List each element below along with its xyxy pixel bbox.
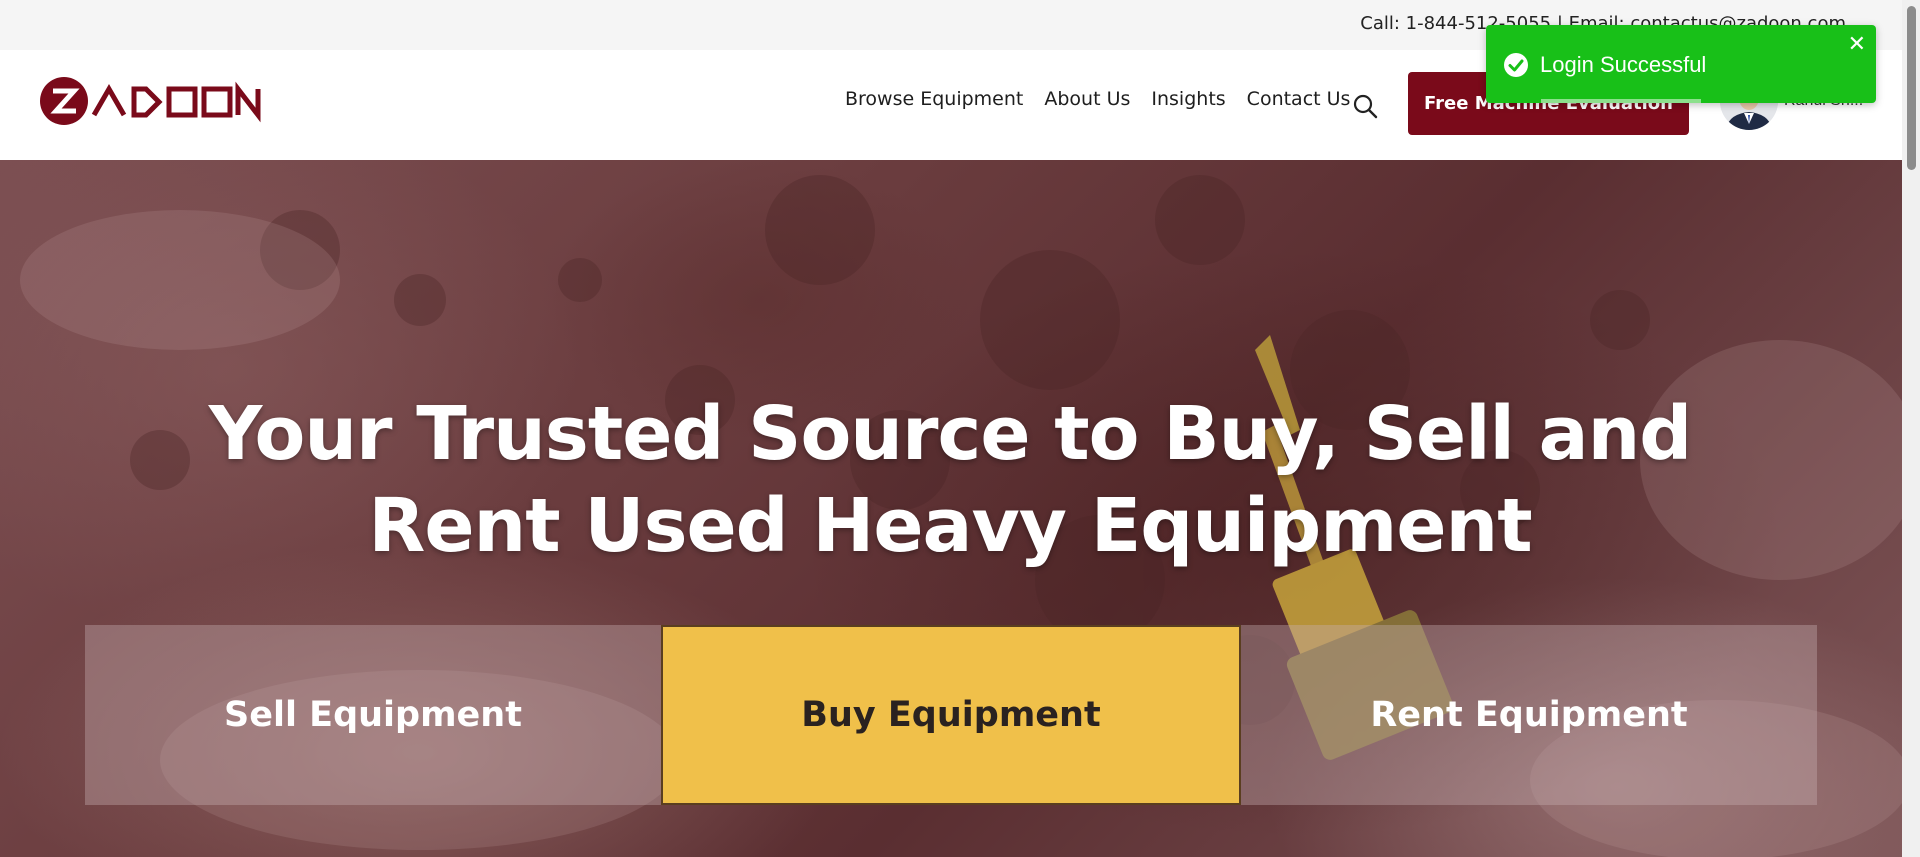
hero-section: Your Trusted Source to Buy, Sell and Ren… — [0, 160, 1902, 857]
login-success-toast: Login Successful ✕ — [1486, 25, 1876, 103]
nav-browse-equipment[interactable]: Browse Equipment — [845, 88, 1023, 110]
hero-title-line-2: Rent Used Heavy Equipment — [368, 483, 1532, 569]
sell-equipment-tile[interactable]: Sell Equipment — [85, 625, 661, 805]
search-icon[interactable] — [1352, 93, 1378, 119]
hero-title: Your Trusted Source to Buy, Sell and Ren… — [170, 388, 1730, 572]
hero-title-line-1: Your Trusted Source to Buy, Sell and — [208, 391, 1693, 477]
page-scrollbar[interactable] — [1902, 0, 1920, 857]
buy-equipment-tile[interactable]: Buy Equipment — [661, 625, 1241, 805]
equipment-options: Sell Equipment Buy Equipment Rent Equipm… — [85, 625, 1817, 805]
nav-insights[interactable]: Insights — [1151, 88, 1225, 110]
toast-message: Login Successful — [1540, 52, 1707, 77]
scrollbar-thumb[interactable] — [1907, 6, 1916, 170]
nav-about-us[interactable]: About Us — [1044, 88, 1130, 110]
nav-contact-us[interactable]: Contact Us — [1247, 88, 1351, 110]
toast-progress-bar — [1541, 99, 1701, 103]
close-icon[interactable]: ✕ — [1848, 33, 1866, 55]
check-circle-icon — [1503, 52, 1529, 83]
main-nav: Browse Equipment About Us Insights Conta… — [845, 88, 1371, 110]
zadoon-logo[interactable] — [38, 74, 262, 133]
rent-equipment-tile[interactable]: Rent Equipment — [1241, 625, 1817, 805]
